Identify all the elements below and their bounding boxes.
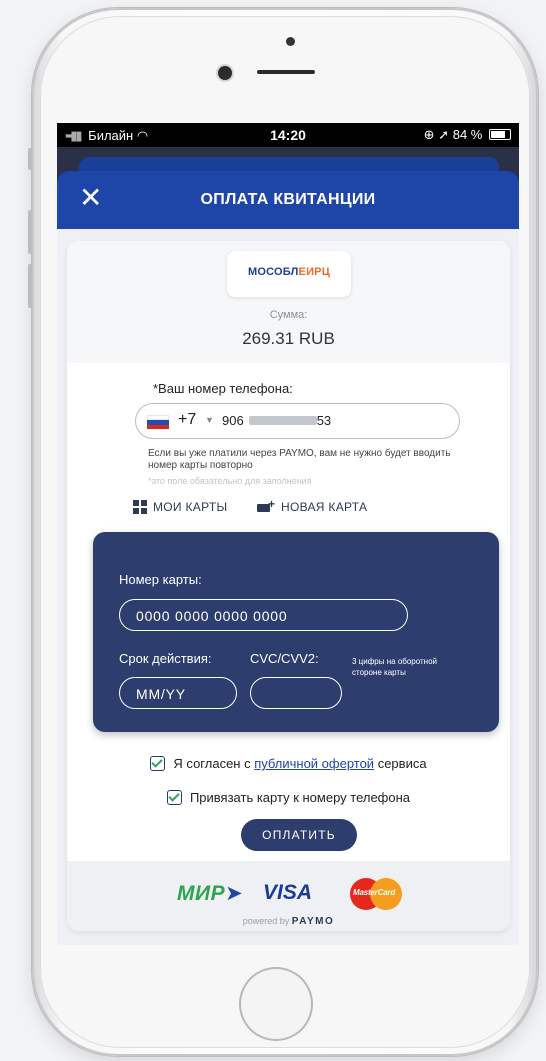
- mastercard-logo: MasterCard: [350, 878, 402, 910]
- battery-percent: 84 %: [452, 127, 483, 142]
- proximity-sensor: [286, 37, 295, 46]
- sum-label: Сумма:: [269, 309, 308, 321]
- card-form: Номер карты: 0000 0000 0000 0000 Срок де…: [93, 532, 499, 732]
- grid-icon: [133, 500, 147, 514]
- front-camera: [218, 66, 232, 80]
- status-right: ⊕ ➚ 84 %: [424, 127, 511, 143]
- merchant-logo-text: МОСОБЛЕИРЦ: [248, 266, 330, 278]
- modal-header: ✕ ОПЛАТА КВИТАНЦИИ: [57, 171, 519, 229]
- bind-card-row: Привязать карту к номеру телефона: [67, 790, 510, 805]
- merchant-section: МОСОБЛЕИРЦ Сумма: 269.31 RUB: [67, 241, 510, 363]
- status-bar: ▪▪▮▮ Билайн ◠ 14:20 ⊕ ➚ 84 %: [57, 123, 519, 147]
- payment-systems-footer: МИР➤ VISA MasterCard powered by PAYMO: [67, 861, 510, 931]
- phone-number[interactable]: 906 53: [222, 413, 331, 428]
- location-icon: ➚: [438, 127, 450, 142]
- chevron-down-icon[interactable]: ▼: [205, 415, 214, 425]
- expiry-input[interactable]: MM/YY: [119, 677, 237, 709]
- tab-my-cards[interactable]: МОИ КАРТЫ: [133, 500, 227, 514]
- card-number-input[interactable]: 0000 0000 0000 0000: [119, 599, 408, 631]
- offer-suffix: сервиса: [377, 756, 427, 771]
- tab-my-cards-label: МОИ КАРТЫ: [153, 500, 228, 514]
- redacted-digits: [248, 416, 317, 425]
- tab-new-card-label: НОВАЯ КАРТА: [281, 500, 368, 514]
- visa-logo: VISA: [263, 881, 313, 904]
- russia-flag-icon[interactable]: [147, 415, 169, 429]
- country-code[interactable]: +7: [178, 411, 196, 429]
- bind-card-checkbox[interactable]: [166, 790, 182, 805]
- phone-label: *Ваш номер телефона:: [153, 381, 293, 396]
- page-title: ОПЛАТА КВИТАНЦИИ: [200, 191, 376, 208]
- payment-card: МОСОБЛЕИРЦ Сумма: 269.31 RUB *Ваш номер …: [67, 241, 510, 931]
- paymo-logo: PAYMO: [291, 916, 335, 927]
- bind-card-label: Привязать карту к номеру телефона: [189, 790, 411, 805]
- battery-icon: [489, 129, 511, 140]
- add-card-icon: +: [257, 497, 275, 513]
- offer-checkbox[interactable]: [150, 756, 166, 771]
- card-number-label: Номер карты:: [119, 572, 202, 587]
- cvc-input[interactable]: [250, 677, 342, 709]
- mir-logo: МИР➤: [177, 882, 244, 905]
- home-button[interactable]: [239, 967, 313, 1041]
- cvc-hint: 3 цифры на оборотной стороне карты: [352, 657, 438, 677]
- expiry-label: Срок действия:: [119, 651, 212, 666]
- silent-switch: [28, 148, 32, 170]
- merchant-logo: МОСОБЛЕИРЦ: [227, 251, 351, 297]
- rotation-lock-icon: ⊕: [423, 127, 435, 142]
- volume-up-button: [28, 210, 32, 254]
- cvc-label: CVC/CVV2:: [250, 651, 319, 666]
- volume-down-button: [28, 264, 32, 308]
- earpiece-speaker: [257, 70, 315, 74]
- screen: ▪▪▮▮ Билайн ◠ 14:20 ⊕ ➚ 84 % ✕ ОПЛАТА КВ…: [57, 123, 519, 945]
- phone-hint: Если вы уже платили через PAYMO, вам не …: [148, 448, 451, 471]
- offer-agreement: Я согласен с публичной офертой сервиса: [67, 756, 510, 771]
- offer-prefix: Я согласен с: [173, 756, 251, 771]
- offer-link[interactable]: публичной офертой: [254, 756, 374, 771]
- pay-button[interactable]: ОПЛАТИТЬ: [241, 819, 357, 851]
- powered-by: powered by PAYMO: [242, 916, 335, 927]
- required-note: *это поле обязательно для заполнения: [148, 476, 312, 486]
- sum-value: 269.31 RUB: [242, 329, 335, 348]
- tab-new-card[interactable]: + НОВАЯ КАРТА: [257, 497, 368, 514]
- phone-input[interactable]: +7 ▼ 906 53: [135, 403, 460, 439]
